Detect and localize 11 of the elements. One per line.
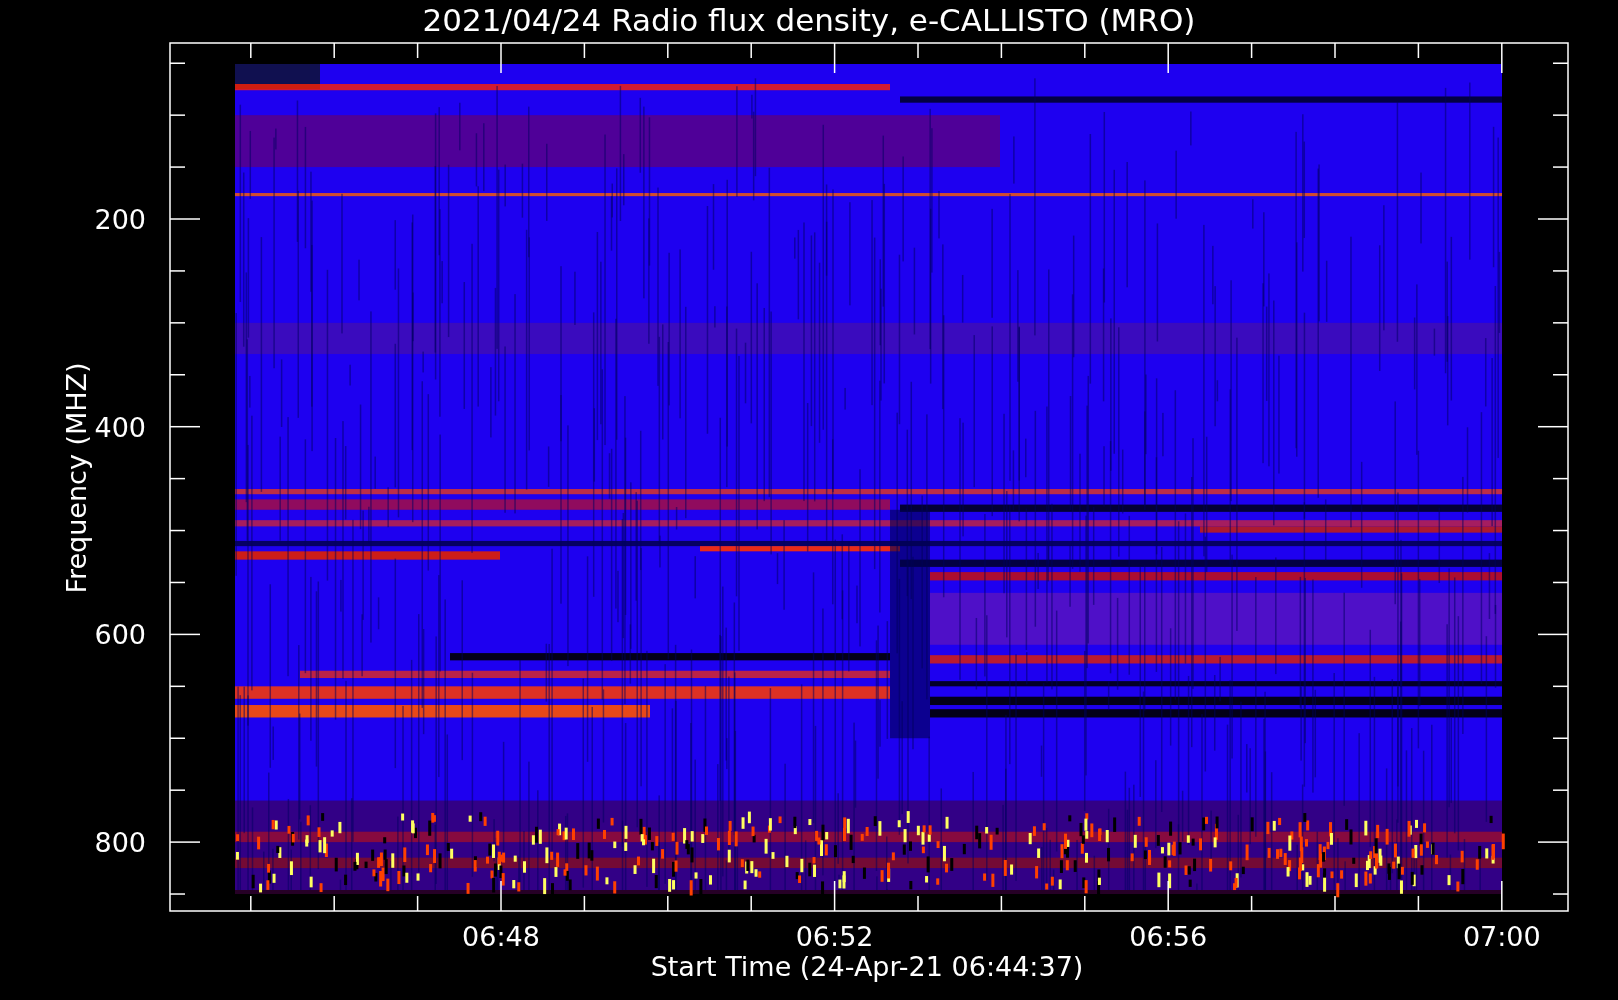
x-tick-label: 07:00 (1462, 921, 1541, 952)
x-tick-label: 06:56 (1129, 921, 1208, 952)
y-tick-label: 800 (94, 827, 146, 859)
x-tick-label: 06:48 (462, 921, 540, 952)
x-axis-label: Start Time (24-Apr-21 06:44:37) (650, 951, 1084, 982)
chart-title: 2021/04/24 Radio flux density, e-CALLISTO (MRO) (422, 2, 1196, 38)
x-tick-label: 06:52 (795, 921, 874, 952)
y-tick-label: 200 (94, 204, 146, 235)
y-tick-label: 600 (94, 619, 146, 651)
y-axis-label: Frequency (MHZ) (61, 362, 92, 594)
y-tick-label: 400 (94, 411, 146, 443)
